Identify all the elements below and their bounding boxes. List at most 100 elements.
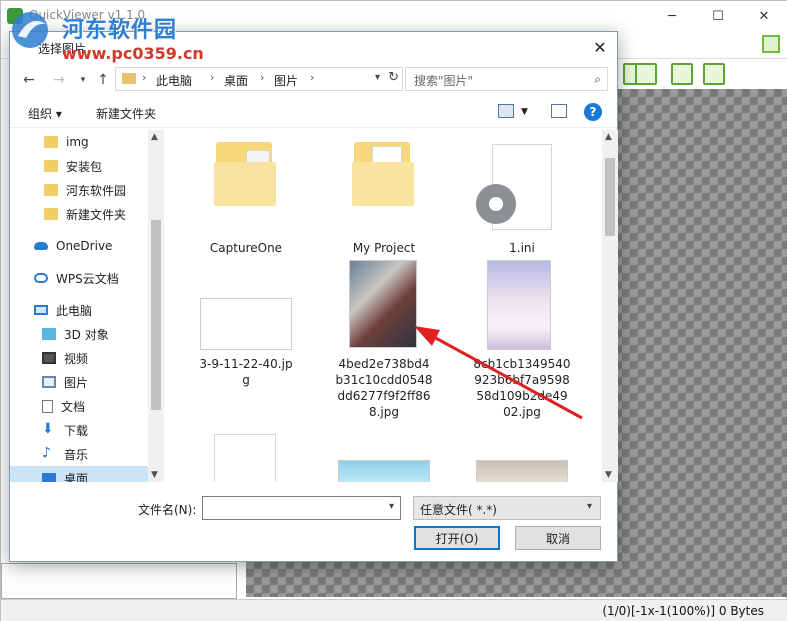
image-thumbnail: [349, 260, 417, 348]
chevron-down-icon[interactable]: ▼: [521, 107, 528, 117]
image-thumbnail: [487, 260, 551, 350]
maximize-button[interactable]: ☐: [695, 1, 741, 31]
new-folder-button[interactable]: 新建文件夹: [96, 105, 156, 122]
edit-icon[interactable]: [762, 35, 780, 53]
file-label: 4bed2e738bd4 b31c10cdd0548 dd6277f9f2ff8…: [335, 357, 433, 419]
command-bar: 组织 ▾ 新建文件夹 ▼ ?: [10, 98, 617, 128]
folder-icon: [122, 73, 136, 84]
3d-objects-icon: [42, 328, 56, 340]
refresh-icon[interactable]: ↻: [388, 70, 399, 85]
navigation-pane: img 安装包 河东软件园 新建文件夹 OneDrive WPS云文档 此电脑 …: [10, 130, 164, 482]
recent-locations-icon[interactable]: ▾: [74, 70, 92, 90]
file-label: My Project: [352, 241, 416, 255]
video-icon: [42, 352, 56, 364]
folder-front-panel: [214, 162, 276, 206]
nav-item-hedong[interactable]: 河东软件园: [10, 178, 150, 202]
file-item-4bed2e738-jpg[interactable]: 4bed2e738bd4 b31c10cdd0548 dd6277f9f2ff8…: [314, 260, 454, 430]
filetype-select[interactable]: 任意文件( *.*) ▾: [413, 496, 601, 520]
file-item-3-9-11-22-40-jpg[interactable]: 3-9-11-22-40.jp g: [176, 260, 316, 390]
book-view-icon[interactable]: [635, 63, 657, 85]
image-thumbnail[interactable]: [476, 460, 568, 482]
file-item-1-ini[interactable]: 1.ini: [452, 140, 592, 255]
preview-pane-icon[interactable]: [551, 104, 567, 118]
nav-item-this-pc[interactable]: 此电脑: [10, 298, 150, 322]
download-icon: ⬇: [42, 421, 54, 437]
scrollbar-thumb[interactable]: [605, 158, 615, 236]
scroll-up-icon[interactable]: ▲: [605, 132, 612, 142]
scroll-up-icon[interactable]: ▲: [151, 132, 158, 142]
folder-icon: [44, 160, 58, 172]
file-label: 3-9-11-22-40.jp g: [199, 357, 293, 387]
close-window-button[interactable]: ✕: [741, 1, 787, 31]
scroll-down-icon[interactable]: ▼: [151, 470, 158, 480]
search-input[interactable]: 搜索"图片" ⌕: [405, 67, 608, 91]
search-icon: ⌕: [594, 72, 601, 86]
scroll-down-icon[interactable]: ▼: [605, 470, 612, 480]
nav-item-videos[interactable]: 视频: [10, 346, 150, 370]
nav-item-music[interactable]: ♪ 音乐: [10, 442, 150, 466]
navigation-bar: ← → ▾ ↑ › 此电脑 › 桌面 › 图片 › ▾ ↻ 搜索"图片" ⌕: [10, 66, 617, 94]
nav-scrollbar[interactable]: ▲ ▼: [148, 130, 164, 482]
dialog-close-button[interactable]: ✕: [583, 32, 617, 62]
watermark-name: 河东软件园: [62, 18, 178, 43]
nav-item-pictures[interactable]: 图片: [10, 370, 150, 394]
filename-input[interactable]: ▾: [202, 496, 401, 520]
nav-item-img[interactable]: img: [10, 130, 150, 154]
wps-cloud-icon: [34, 273, 48, 283]
image-thumbnail[interactable]: [338, 460, 430, 482]
image-thumbnail: [200, 298, 292, 350]
documents-icon: [42, 399, 53, 413]
nav-item-3d-objects[interactable]: 3D 对象: [10, 322, 150, 346]
chevron-down-icon[interactable]: ▾: [375, 72, 380, 83]
nav-item-new-folder[interactable]: 新建文件夹: [10, 202, 150, 226]
nav-item-installers[interactable]: 安装包: [10, 154, 150, 178]
pictures-icon: [42, 376, 56, 388]
minimize-button[interactable]: ─: [649, 1, 695, 31]
nav-item-wps-cloud[interactable]: WPS云文档: [10, 266, 150, 290]
back-arrow-icon[interactable]: ←: [20, 70, 38, 90]
chevron-right-icon: ›: [310, 71, 315, 84]
cancel-button[interactable]: 取消: [515, 526, 601, 550]
pin-icon[interactable]: [703, 63, 725, 85]
forward-arrow-icon[interactable]: →: [50, 70, 68, 90]
file-item-my-project[interactable]: My Project: [314, 140, 454, 255]
filetype-value: 任意文件( *.*): [420, 503, 497, 517]
watermark-logo-icon: [12, 12, 48, 48]
folder-icon: [44, 136, 58, 148]
open-file-dialog: 选择图片 ✕ ← → ▾ ↑ › 此电脑 › 桌面 › 图片 › ▾ ↻ 搜索"…: [9, 31, 618, 562]
filename-label: 文件名(N):: [138, 503, 197, 517]
slideshow-icon[interactable]: [671, 63, 693, 85]
computer-icon: [34, 305, 48, 315]
change-view-icon[interactable]: [498, 104, 514, 118]
organize-menu[interactable]: 组织 ▾: [28, 105, 62, 122]
file-list-panel[interactable]: [1, 563, 237, 599]
status-text: (1/0)[-1x-1(100%)] 0 Bytes: [602, 604, 764, 618]
breadcrumb-desktop[interactable]: 桌面: [224, 72, 248, 89]
chevron-right-icon: ›: [260, 71, 265, 84]
nav-item-downloads[interactable]: ⬇ 下载: [10, 418, 150, 442]
file-grid: CaptureOne My Project 1.ini 3-9-11-22-40…: [166, 130, 602, 482]
music-icon: ♪: [42, 445, 51, 461]
address-bar[interactable]: › 此电脑 › 桌面 › 图片 › ▾ ↻: [115, 67, 403, 91]
file-item-captureone[interactable]: CaptureOne: [176, 140, 316, 255]
up-arrow-icon[interactable]: ↑: [94, 70, 112, 90]
chevron-down-icon[interactable]: ▾: [389, 501, 394, 512]
nav-item-onedrive[interactable]: OneDrive: [10, 234, 150, 258]
open-button[interactable]: 打开(O): [414, 526, 500, 550]
document-icon[interactable]: [214, 434, 276, 482]
breadcrumb-this-pc[interactable]: 此电脑: [156, 72, 192, 89]
folder-icon: [44, 184, 58, 196]
folder-icon: [44, 208, 58, 220]
help-icon[interactable]: ?: [584, 103, 602, 121]
nav-item-documents[interactable]: 文档: [10, 394, 150, 418]
nav-item-desktop[interactable]: 桌面: [10, 466, 150, 482]
chevron-right-icon: ›: [210, 71, 215, 84]
scrollbar-thumb[interactable]: [151, 220, 161, 410]
chevron-down-icon: ▾: [586, 501, 592, 512]
file-grid-scrollbar[interactable]: ▲ ▼: [602, 130, 618, 482]
gear-center: [489, 197, 503, 211]
file-item-8cb1cb134-jpg[interactable]: 8cb1cb1349540 923b6bf7a9598 58d109b2de49…: [452, 260, 592, 430]
file-label: CaptureOne: [209, 241, 283, 255]
onedrive-icon: [34, 242, 48, 250]
breadcrumb-pictures[interactable]: 图片: [274, 72, 298, 89]
